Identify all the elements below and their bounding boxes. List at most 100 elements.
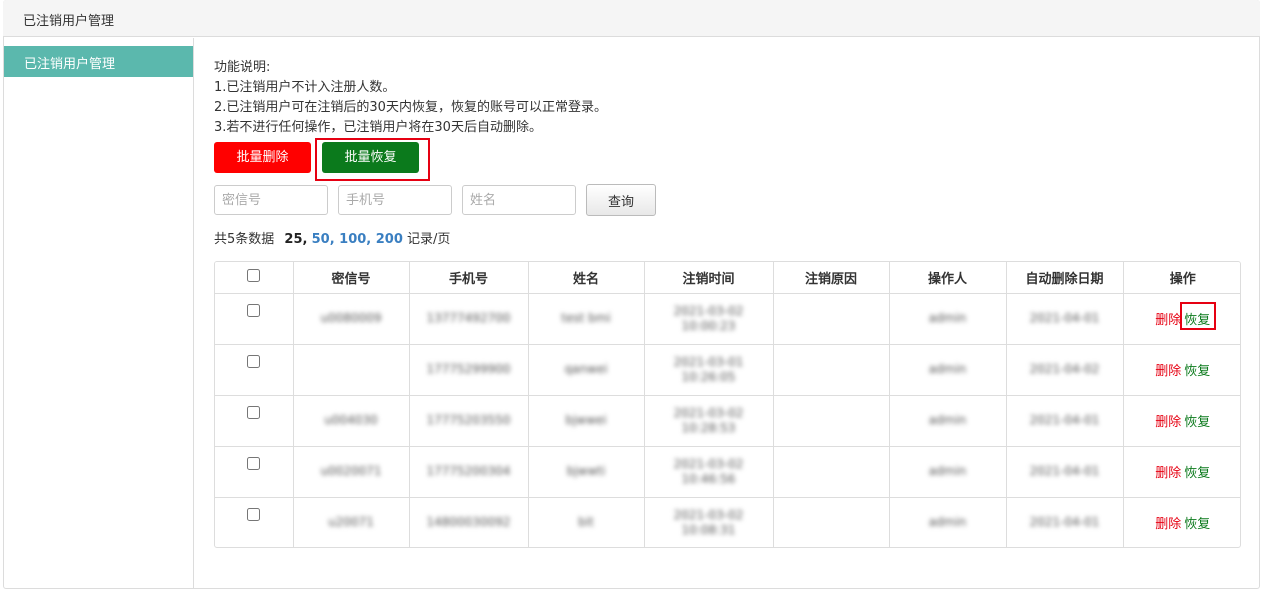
deregister-clock: 10:00:23: [681, 318, 736, 333]
phone-cell: 14800030092: [408, 496, 529, 547]
row-checkbox[interactable]: [247, 303, 261, 317]
secret-id-value: u004030: [324, 413, 378, 427]
reason-cell: [772, 394, 890, 447]
users-table: 密信号 手机号 姓名 注销时间 注销原因 操作人 自动删除日期 操作 u0080…: [214, 261, 1241, 548]
deregister-date: 2021-03-01: [673, 354, 744, 369]
table-row: u20071 14800030092 bit 2021-03-02 10:08:31 ad…: [215, 496, 1240, 547]
reason-cell: [772, 445, 890, 498]
secret-id-cell: u004030: [292, 394, 410, 447]
auto-delete-date-cell: 2021-04-01: [1005, 445, 1124, 498]
deregister-time-cell: 2021-03-02 10:46:56: [643, 445, 774, 498]
operator-value: admin: [928, 362, 967, 376]
deregister-clock: 10:46:56: [681, 471, 736, 486]
column-header: 操作: [1122, 262, 1240, 294]
secret-id-cell: [292, 343, 410, 396]
row-checkbox[interactable]: [247, 354, 261, 368]
row-checkbox[interactable]: [247, 456, 261, 470]
auto-delete-date-cell: 2021-04-01: [1005, 394, 1124, 447]
auto-delete-date-cell: 2021-04-01: [1005, 292, 1124, 345]
row-select-cell: [215, 496, 294, 547]
operator-value: admin: [928, 413, 967, 427]
operator-value: admin: [928, 515, 967, 530]
secret-id-value: u0080009: [320, 311, 382, 325]
table-row: 17775299900 qanwei 2021-03-01 10:26:05 admin…: [215, 343, 1240, 396]
name-value: bjwwei: [565, 413, 607, 427]
name-cell: bjwwei: [527, 394, 645, 447]
deregister-date: 2021-03-02: [673, 456, 744, 471]
page-size-option[interactable]: 200: [376, 232, 403, 247]
operator-cell: admin: [888, 292, 1007, 345]
name-value: qanwei: [564, 362, 608, 376]
row-delete-link[interactable]: 删除: [1155, 364, 1181, 379]
auto-delete-date-value: 2021-04-01: [1029, 515, 1100, 530]
name-cell: qanwei: [527, 343, 645, 396]
secret-id-input[interactable]: [214, 185, 328, 215]
deregister-time-cell: 2021-03-02 10:28:53: [643, 394, 774, 447]
name-value: bit: [578, 515, 594, 530]
page-title: 已注销用户管理: [23, 14, 115, 29]
sidebar-item-deregistered-users[interactable]: 已注销用户管理: [4, 46, 193, 77]
row-checkbox[interactable]: [247, 507, 261, 521]
reason-cell: [772, 292, 890, 345]
deregister-time-cell: 2021-03-01 10:26:05: [643, 343, 774, 396]
description-line: 1.已注销用户不计入注册人数。: [214, 80, 396, 95]
description-heading: 功能说明:: [214, 60, 271, 75]
actions-cell: 删除 恢复: [1122, 394, 1240, 447]
query-button[interactable]: 查询: [586, 184, 656, 216]
secret-id-value: u0020071: [320, 464, 382, 478]
row-delete-link[interactable]: 删除: [1155, 415, 1181, 430]
row-restore-link[interactable]: 恢复: [1184, 313, 1210, 328]
page-header: 已注销用户管理: [3, 0, 1260, 37]
column-header: 密信号: [292, 262, 410, 294]
batch-delete-button[interactable]: 批量删除: [214, 142, 311, 173]
table-row: u0080009 13777492700 test bmi 2021-03-02 10:…: [215, 292, 1240, 345]
phone-input[interactable]: [338, 185, 452, 215]
actions-cell: 删除 恢复: [1122, 292, 1240, 345]
row-restore-link[interactable]: 恢复: [1184, 415, 1210, 430]
page-size-option[interactable]: 50: [312, 232, 330, 247]
deregister-time-cell: 2021-03-02 10:00:23: [643, 292, 774, 345]
row-delete-link[interactable]: 删除: [1155, 466, 1181, 481]
batch-restore-button[interactable]: 批量恢复: [322, 142, 419, 173]
deregister-clock: 10:26:05: [681, 369, 736, 384]
deregister-clock: 10:28:53: [681, 420, 736, 435]
row-restore-link[interactable]: 恢复: [1184, 517, 1210, 532]
table-row: u004030 17775203550 bjwwei 2021-03-02 10:28:…: [215, 394, 1240, 447]
page-size-unit: 记录/页: [407, 232, 451, 247]
deregister-time-cell: 2021-03-02 10:08:31: [643, 496, 774, 547]
phone-value: 17775299900: [426, 362, 511, 376]
sidebar: 已注销用户管理: [4, 38, 194, 588]
deregister-date: 2021-03-02: [673, 405, 744, 420]
auto-delete-date-value: 2021-04-01: [1029, 413, 1100, 427]
secret-id-cell: u0080009: [292, 292, 410, 345]
row-restore-link[interactable]: 恢复: [1184, 466, 1210, 481]
row-delete-link[interactable]: 删除: [1155, 313, 1181, 328]
deregister-date: 2021-03-02: [673, 303, 744, 318]
secret-id-value: u20071: [328, 515, 374, 530]
phone-cell: 17775299900: [408, 343, 529, 396]
table-header-row: 密信号 手机号 姓名 注销时间 注销原因 操作人 自动删除日期 操作: [215, 262, 1240, 294]
operator-value: admin: [928, 311, 967, 325]
page-size-option[interactable]: 100: [339, 232, 366, 247]
operator-cell: admin: [888, 394, 1007, 447]
column-header: 注销原因: [772, 262, 890, 294]
row-restore-link[interactable]: 恢复: [1184, 364, 1210, 379]
phone-cell: 13777492700: [408, 292, 529, 345]
select-all-checkbox[interactable]: [247, 268, 261, 282]
reason-cell: [772, 496, 890, 547]
phone-cell: 17775203550: [408, 394, 529, 447]
column-header: 自动删除日期: [1005, 262, 1124, 294]
operator-cell: admin: [888, 496, 1007, 547]
actions-cell: 删除 恢复: [1122, 496, 1240, 547]
operator-cell: admin: [888, 445, 1007, 498]
name-cell: bit: [527, 496, 645, 547]
total-count: 共5条数据: [214, 232, 275, 247]
table-row: u0020071 17775200304 bjwwti 2021-03-02 10:46…: [215, 445, 1240, 498]
name-input[interactable]: [462, 185, 576, 215]
row-checkbox[interactable]: [247, 405, 261, 419]
phone-value: 17775200304: [426, 464, 511, 478]
column-header: 姓名: [527, 262, 645, 294]
row-delete-link[interactable]: 删除: [1155, 517, 1181, 532]
deregister-date: 2021-03-02: [673, 507, 744, 522]
auto-delete-date-cell: 2021-04-01: [1005, 496, 1124, 547]
